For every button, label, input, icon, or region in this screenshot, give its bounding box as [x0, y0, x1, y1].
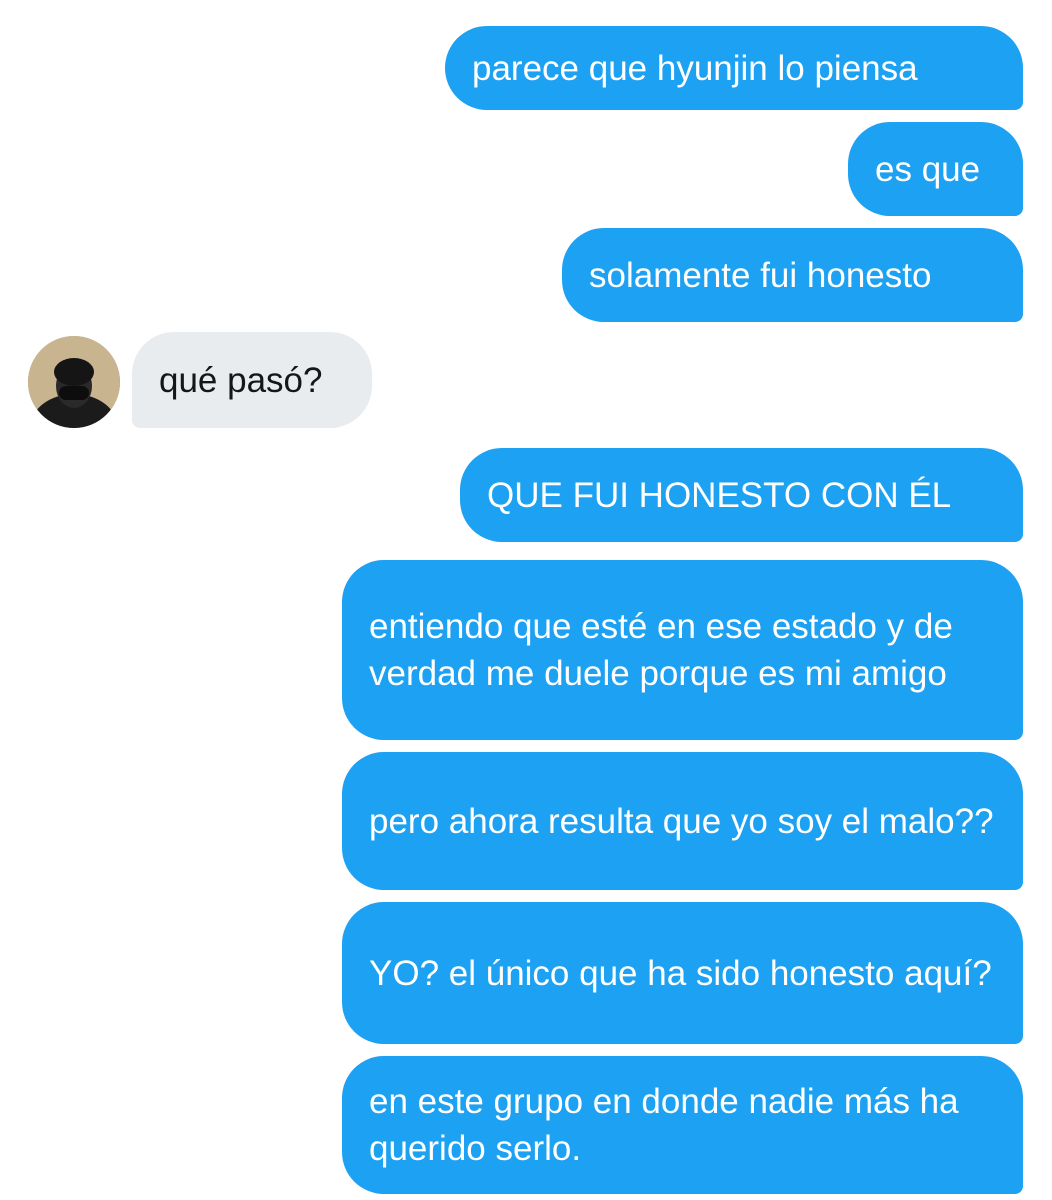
- message-bubble-sent[interactable]: QUE FUI HONESTO CON ÉL: [460, 448, 1023, 542]
- message-bubble-sent[interactable]: YO? el único que ha sido honesto aquí?: [342, 902, 1023, 1044]
- message-bubble-sent[interactable]: parece que hyunjin lo piensa: [445, 26, 1023, 110]
- message-bubble-sent[interactable]: es que: [848, 122, 1023, 216]
- message-bubble-sent[interactable]: en este grupo en donde nadie más ha quer…: [342, 1056, 1023, 1194]
- message-bubble-sent[interactable]: solamente fui honesto: [562, 228, 1023, 322]
- avatar-photo-icon: [28, 336, 120, 428]
- message-bubble-received[interactable]: qué pasó?: [132, 332, 372, 428]
- message-thread: parece que hyunjin lo piensa es que sola…: [0, 0, 1052, 1200]
- user-avatar[interactable]: [28, 336, 120, 428]
- message-bubble-sent[interactable]: entiendo que esté en ese estado y de ver…: [342, 560, 1023, 740]
- message-bubble-sent[interactable]: pero ahora resulta que yo soy el malo??: [342, 752, 1023, 890]
